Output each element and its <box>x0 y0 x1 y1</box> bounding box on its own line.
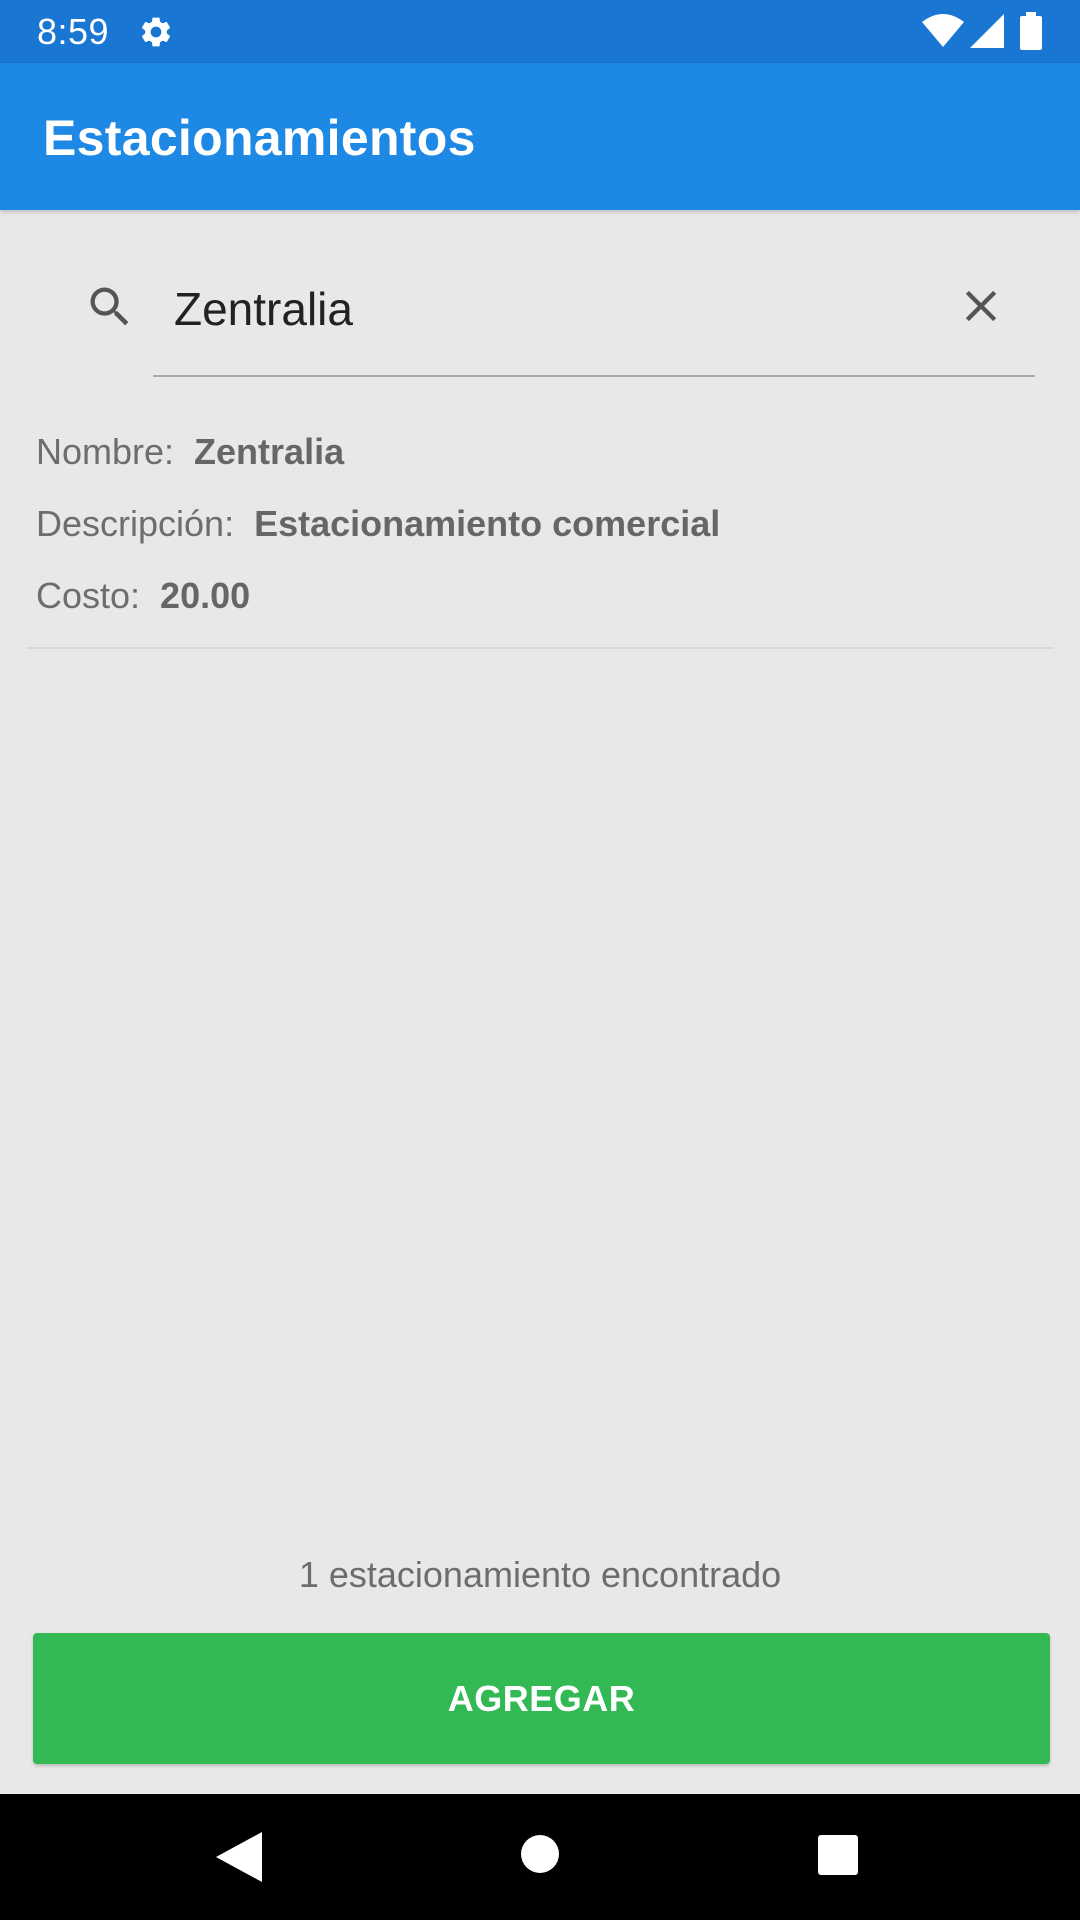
description-label: Descripción: <box>36 503 235 544</box>
description-value: Estacionamiento comercial <box>254 503 721 544</box>
wifi-icon <box>922 14 964 47</box>
list-item[interactable]: Nombre: Zentralia Descripción: Estacionami… <box>0 410 1080 650</box>
recents-icon[interactable] <box>816 1833 860 1877</box>
gear-icon <box>141 17 171 47</box>
back-icon[interactable] <box>216 1832 262 1882</box>
status-bar: 8:59 <box>0 0 1080 63</box>
app-bar: Estacionamientos <box>0 63 1080 210</box>
cost-value: 20.00 <box>160 575 251 616</box>
cost-label: Costo: <box>36 575 141 616</box>
search-icon[interactable] <box>84 281 136 333</box>
search-input[interactable] <box>152 274 912 344</box>
description-row: Descripción: Estacionamiento comercial <box>36 502 720 546</box>
name-label: Nombre: <box>36 431 175 472</box>
name-row: Nombre: Zentralia <box>36 430 344 474</box>
name-value: Zentralia <box>194 431 345 472</box>
results-count: 1 estacionamiento encontrado <box>298 1554 782 1595</box>
navigation-bar <box>0 1794 1080 1920</box>
home-icon[interactable] <box>518 1832 562 1876</box>
cost-row: Costo: 20.00 <box>36 574 250 618</box>
close-icon[interactable] <box>955 280 1007 332</box>
signal-icon <box>970 14 1004 48</box>
status-time: 8:59 <box>37 11 110 52</box>
divider <box>27 647 1054 649</box>
app-title: Estacionamientos <box>43 110 476 166</box>
search-underline <box>153 375 1035 377</box>
add-button[interactable]: AGREGAR <box>33 1633 1050 1764</box>
battery-icon <box>1020 12 1042 50</box>
